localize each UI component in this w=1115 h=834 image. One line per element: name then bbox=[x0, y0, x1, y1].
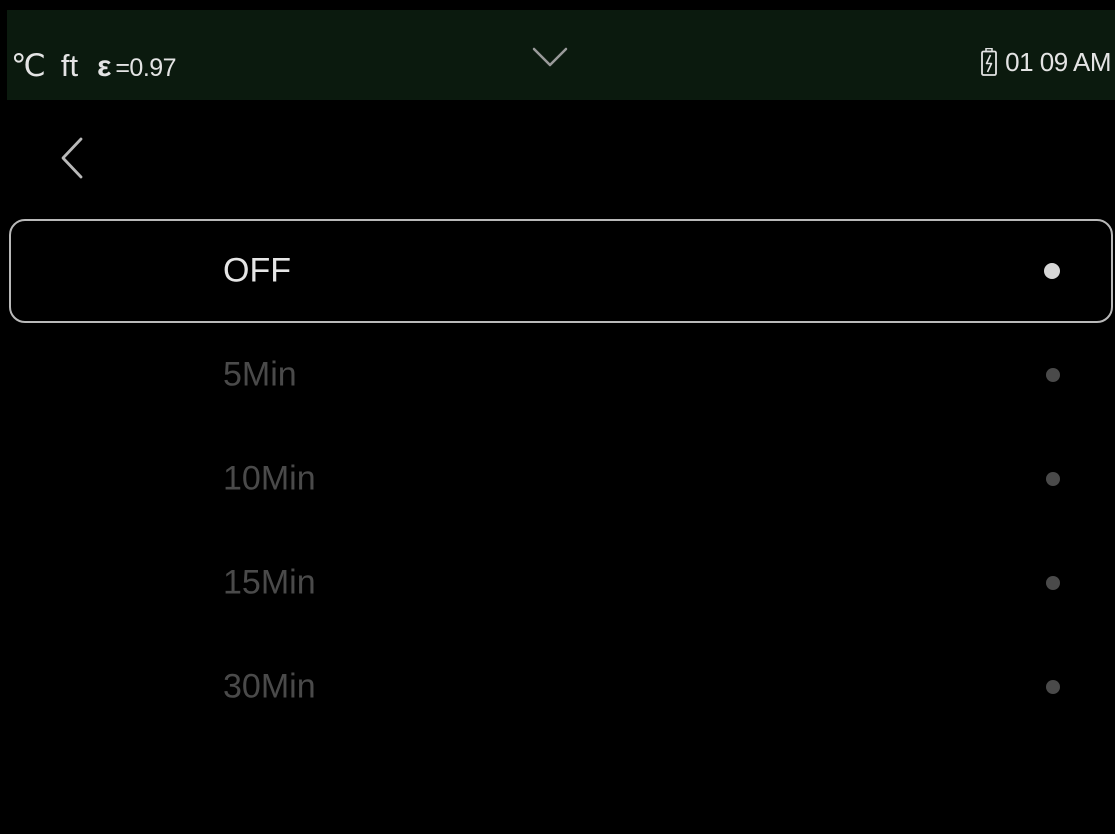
radio-icon bbox=[1046, 472, 1060, 486]
option-5min[interactable]: 5Min bbox=[9, 323, 1113, 427]
chevron-left-icon bbox=[61, 137, 83, 179]
status-indicators: 01 09 AM bbox=[981, 47, 1111, 77]
battery-charging-icon bbox=[981, 47, 998, 76]
option-label: 30Min bbox=[223, 667, 316, 706]
option-30min[interactable]: 30Min bbox=[9, 635, 1113, 739]
radio-icon bbox=[1046, 680, 1060, 694]
radio-icon bbox=[1046, 368, 1060, 382]
option-10min[interactable]: 10Min bbox=[9, 427, 1113, 531]
emissivity-value: =0.97 bbox=[115, 54, 177, 82]
back-button[interactable] bbox=[52, 134, 92, 182]
option-label: 10Min bbox=[223, 459, 316, 498]
option-off[interactable]: OFF bbox=[9, 219, 1113, 323]
clock: 01 09 AM bbox=[1005, 47, 1111, 77]
option-15min[interactable]: 15Min bbox=[9, 531, 1113, 635]
option-label: OFF bbox=[223, 251, 291, 290]
screen: ℃ ft ε =0.97 01 09 AM OFF 5Min 10Min 15M… bbox=[0, 0, 1115, 834]
emissivity-symbol: ε bbox=[97, 50, 112, 83]
option-label: 15Min bbox=[223, 563, 316, 602]
status-bar: ℃ ft ε =0.97 01 09 AM bbox=[7, 10, 1115, 100]
distance-unit: ft bbox=[60, 48, 79, 83]
measurement-settings: ℃ ft ε =0.97 bbox=[11, 48, 177, 83]
selected-radio-icon bbox=[1044, 263, 1060, 279]
radio-icon bbox=[1046, 576, 1060, 590]
chevron-down-icon[interactable] bbox=[532, 46, 568, 68]
option-label: 5Min bbox=[223, 355, 297, 394]
auto-off-options: OFF 5Min 10Min 15Min 30Min bbox=[9, 219, 1113, 739]
temperature-unit: ℃ bbox=[11, 48, 46, 83]
